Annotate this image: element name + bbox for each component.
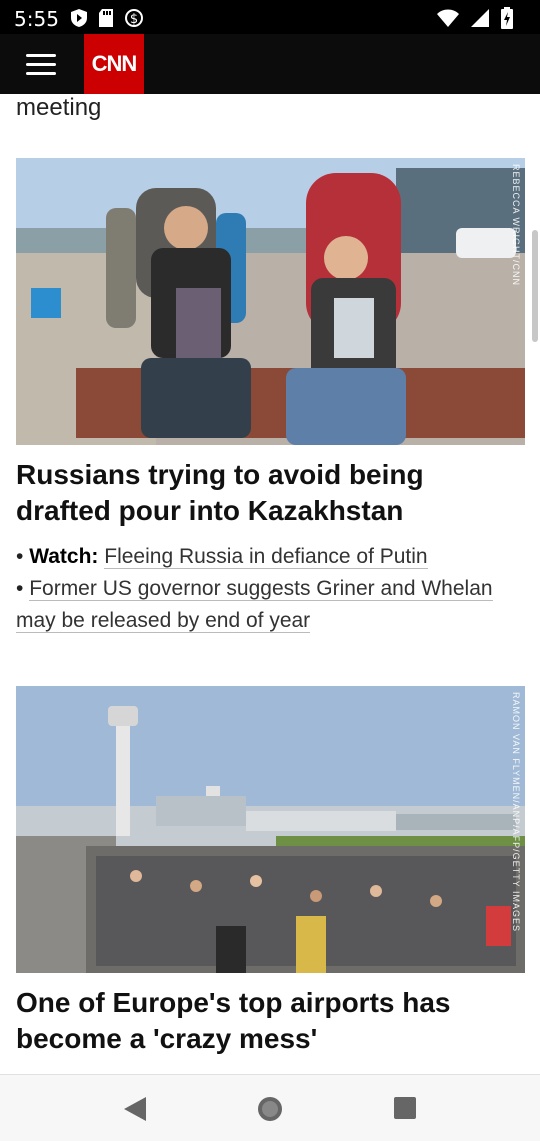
svg-text:$: $ (130, 12, 138, 27)
related-link-item[interactable]: • Former US governor suggests Griner and… (16, 573, 525, 637)
story-image[interactable]: RAMON VAN FLYMEN/ANP/AFP/GETTY IMAGES (16, 686, 525, 973)
previous-story-title-fragment[interactable]: meeting (16, 94, 101, 122)
story-card[interactable]: REBECCA WRIGHT/CNN Russians trying to av… (16, 158, 525, 637)
related-link-text[interactable]: Fleeing Russia in defiance of Putin (104, 545, 428, 569)
battery-charging-icon (501, 7, 513, 29)
app-header: CNN (0, 34, 540, 94)
scrollbar[interactable] (532, 230, 538, 342)
wifi-icon (437, 9, 459, 27)
status-time: 5:55 (14, 7, 59, 31)
signal-icon (471, 9, 489, 27)
menu-line-icon (26, 54, 56, 57)
menu-line-icon (26, 63, 56, 66)
photo-credit: REBECCA WRIGHT/CNN (511, 164, 521, 287)
home-icon[interactable] (256, 1095, 284, 1123)
airport-crowd-image (16, 686, 525, 973)
link-prefix: Watch: (29, 545, 99, 568)
related-link-item[interactable]: • Watch: Fleeing Russia in defiance of P… (16, 541, 525, 573)
travelers-with-backpacks-image (16, 158, 525, 445)
related-link-text[interactable]: Former US governor suggests Griner and W… (16, 577, 493, 633)
cnn-logo[interactable]: CNN (84, 34, 144, 94)
hamburger-menu-button[interactable] (26, 50, 58, 78)
back-icon[interactable] (122, 1095, 148, 1123)
status-bar: 5:55 $ (0, 0, 540, 34)
recents-icon[interactable] (393, 1096, 417, 1120)
news-feed[interactable]: meeting REBECCA WRIGHT/CNN Russians tryi… (0, 94, 540, 1074)
story-headline[interactable]: Russians trying to avoid being drafted p… (16, 457, 525, 529)
related-links: • Watch: Fleeing Russia in defiance of P… (16, 541, 525, 637)
menu-line-icon (26, 72, 56, 75)
shield-play-icon (71, 9, 87, 27)
story-headline[interactable]: One of Europe's top airports has become … (16, 985, 525, 1057)
system-navigation-bar (0, 1074, 540, 1141)
story-card[interactable]: RAMON VAN FLYMEN/ANP/AFP/GETTY IMAGES On… (16, 686, 525, 1057)
story-image[interactable]: REBECCA WRIGHT/CNN (16, 158, 525, 445)
sd-card-icon (99, 9, 113, 27)
sync-money-icon: $ (125, 9, 143, 27)
photo-credit: RAMON VAN FLYMEN/ANP/AFP/GETTY IMAGES (511, 692, 521, 933)
